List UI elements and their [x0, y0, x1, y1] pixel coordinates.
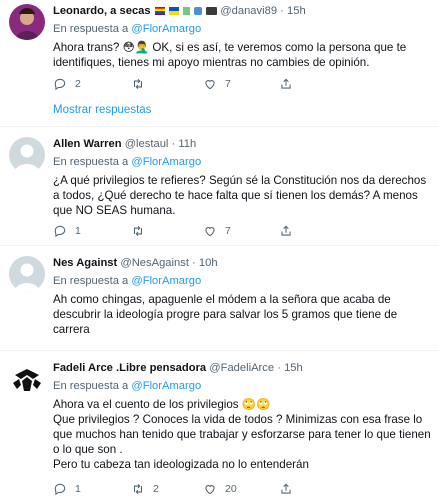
reply-count: 2 — [75, 78, 81, 90]
avatar[interactable] — [9, 256, 45, 292]
share-icon — [281, 78, 291, 89]
reply-context: En respuesta a @FlorAmargo — [53, 379, 431, 393]
share-icon — [281, 483, 291, 494]
tweet-text-line: Ah como chingas, apaguenle el módem a la… — [53, 293, 398, 336]
tweet-text: Ahora va el cuento de los privilegios 🙄🙄… — [53, 397, 431, 472]
tweet-header: Leonardo, a secas @danavi89 · 15h — [53, 4, 431, 18]
mention-link[interactable]: @FlorAmargo — [131, 275, 201, 287]
retweet-icon — [133, 483, 143, 495]
share-button[interactable] — [279, 224, 293, 238]
like-count: 7 — [225, 78, 231, 90]
tweet-actions: 2 7 — [53, 77, 431, 91]
user-handle[interactable]: @lestaul — [125, 138, 169, 150]
separator-dot: · — [277, 362, 281, 374]
share-button[interactable] — [279, 77, 293, 91]
show-replies-link[interactable]: Mostrar respuestas — [53, 104, 151, 116]
avatar[interactable] — [9, 4, 45, 40]
profile-badges — [154, 5, 221, 17]
reply-prefix: En respuesta a — [53, 23, 132, 35]
tweet[interactable]: Nes Against @NesAgainst · 10h En respues… — [0, 246, 439, 351]
mention-link[interactable]: @FlorAmargo — [131, 156, 201, 168]
reply-button[interactable]: 1 — [53, 482, 81, 496]
tweet-actions: 1 2 20 — [53, 482, 431, 496]
reply-prefix: En respuesta a — [53, 156, 132, 168]
reply-context: En respuesta a @FlorAmargo — [53, 155, 431, 169]
timestamp[interactable]: 15h — [284, 362, 303, 374]
retweet-count: 2 — [153, 483, 159, 495]
reply-prefix: En respuesta a — [53, 275, 132, 287]
tweet-actions: 1 7 — [53, 224, 431, 238]
tweet-header: Nes Against @NesAgainst · 10h — [53, 256, 431, 270]
display-name[interactable]: Allen Warren — [53, 138, 122, 150]
tweet-text-line: ¿A qué privilegios te refieres? Según sé… — [53, 174, 427, 217]
like-button[interactable]: 20 — [203, 482, 237, 496]
reply-button[interactable]: 2 — [53, 77, 81, 91]
music-notes-icon — [194, 7, 203, 15]
share-button[interactable] — [279, 482, 293, 496]
retweet-button[interactable] — [131, 77, 153, 91]
like-button[interactable]: 7 — [203, 77, 231, 91]
tweet[interactable]: Leonardo, a secas @danavi89 · 15h En res… — [0, 0, 439, 127]
retweet-button[interactable]: 2 — [131, 482, 159, 496]
tweet-text-line: Ahora trans? 😳🤦‍♂️ OK, si es así, te ver… — [53, 41, 407, 69]
share-icon — [281, 225, 291, 236]
mention-link[interactable]: @FlorAmargo — [131, 380, 201, 392]
like-count: 7 — [225, 225, 231, 237]
juice-box-icon — [182, 7, 190, 15]
retweet-button[interactable] — [131, 224, 153, 238]
avatar[interactable] — [9, 361, 45, 397]
display-name[interactable]: Fadeli Arce .Libre pensadora — [53, 362, 206, 374]
display-name[interactable]: Leonardo, a secas — [53, 5, 151, 17]
tweet-text: Ah como chingas, apaguenle el módem a la… — [53, 292, 428, 337]
heart-icon — [205, 227, 215, 237]
timestamp[interactable]: 11h — [178, 138, 196, 150]
timestamp[interactable]: 10h — [199, 257, 218, 269]
user-handle[interactable]: @NesAgainst — [120, 257, 189, 269]
user-handle[interactable]: @danavi89 — [220, 5, 277, 17]
reply-prefix: En respuesta a — [53, 380, 132, 392]
tweet-text-line: Ahora va el cuento de los privilegios 🙄🙄 — [53, 398, 271, 411]
retweet-icon — [133, 78, 143, 90]
reply-icon — [54, 225, 66, 238]
reply-count: 1 — [75, 225, 81, 237]
reply-count: 1 — [75, 483, 81, 495]
retweet-icon — [133, 225, 143, 237]
tweet-text: ¿A qué privilegios te refieres? Según sé… — [53, 173, 428, 218]
like-button[interactable]: 7 — [203, 224, 231, 238]
tweet-header: Allen Warren @lestaul · 11h — [53, 137, 431, 151]
tweet[interactable]: Fadeli Arce .Libre pensadora @FadeliArce… — [0, 351, 439, 504]
tweet-text: Ahora trans? 😳🤦‍♂️ OK, si es así, te ver… — [53, 40, 423, 70]
reply-icon — [54, 483, 66, 496]
reply-icon — [54, 78, 66, 91]
radio-icon — [206, 7, 218, 15]
like-count: 20 — [225, 483, 237, 495]
separator-dot: · — [192, 257, 196, 269]
separator-dot: · — [280, 5, 284, 17]
timestamp[interactable]: 15h — [287, 5, 306, 17]
avatar[interactable] — [9, 137, 45, 173]
reply-button[interactable]: 1 — [53, 224, 81, 238]
reply-context: En respuesta a @FlorAmargo — [53, 22, 431, 36]
tweet-header: Fadeli Arce .Libre pensadora @FadeliArce… — [53, 361, 431, 375]
reply-context: En respuesta a @FlorAmargo — [53, 274, 431, 288]
tweet[interactable]: Allen Warren @lestaul · 11h En respuesta… — [0, 127, 439, 246]
display-name[interactable]: Nes Against — [53, 257, 117, 269]
rainbow-flag-icon — [154, 7, 165, 15]
tweet-text-line: Que privilegios ? Conoces la vida de tod… — [53, 413, 431, 456]
mention-link[interactable]: @FlorAmargo — [131, 23, 201, 35]
separator-dot: · — [171, 138, 176, 150]
heart-icon — [205, 80, 215, 90]
heart-icon — [205, 485, 215, 495]
ukraine-flag-icon — [168, 7, 179, 15]
user-handle[interactable]: @FadeliArce — [209, 362, 274, 374]
tweet-text-line: Pero tu cabeza tan ideologizada no lo en… — [53, 458, 309, 471]
